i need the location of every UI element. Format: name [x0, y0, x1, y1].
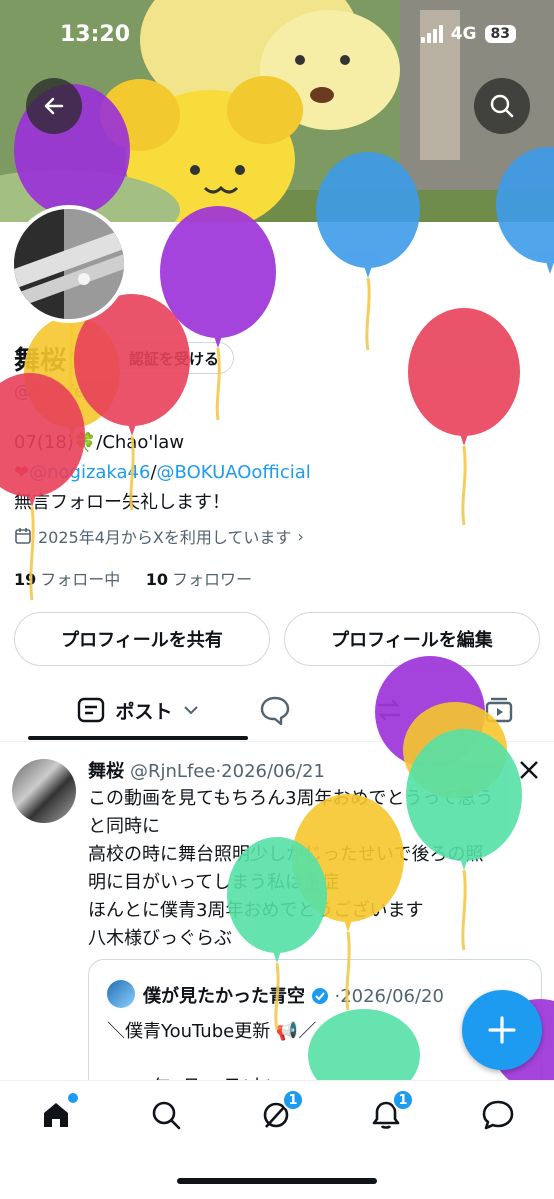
followers-label: フォロワー — [171, 570, 252, 589]
edit-profile-label: プロフィールを編集 — [331, 630, 493, 651]
bio-link-nogizaka[interactable]: @nogizaka46 — [29, 462, 150, 483]
back-button[interactable] — [26, 78, 82, 134]
status-time: 13:20 — [60, 22, 131, 47]
tab-posts[interactable]: ポスト — [28, 680, 248, 740]
post-line-2: と同時に — [88, 816, 160, 837]
share-profile-label: プロフィールを共有 — [61, 630, 223, 651]
nav-home[interactable] — [36, 1093, 78, 1135]
post-line-1: この動画を見てもちろん3周年おめでとうって思う — [88, 788, 494, 809]
nav-notifications[interactable]: 1 — [366, 1089, 414, 1135]
close-icon[interactable] — [518, 759, 540, 781]
nav-messages[interactable] — [478, 1095, 518, 1135]
signal-icon — [420, 25, 443, 43]
tab-replies[interactable] — [250, 680, 300, 740]
post-line-4: 明に目がいってしまう私は重症 — [88, 872, 340, 893]
post-date: 2026/06/21 — [221, 761, 325, 782]
nav-grok[interactable]: 1 — [256, 1089, 304, 1135]
joined-date: 2025年4月からXを利用しています › — [14, 524, 304, 548]
tab-posts-label: ポスト — [115, 700, 173, 723]
tab-active-indicator — [28, 736, 248, 740]
following-count: 19 — [14, 570, 37, 589]
profile-name: 舞桜 — [14, 346, 67, 376]
calendar-icon — [15, 528, 31, 544]
nav-search[interactable] — [146, 1095, 186, 1135]
followers-link[interactable]: 10 フォロワー — [146, 570, 252, 589]
post-line-5: ほんとに僕青3周年おめでとうございます — [88, 900, 424, 921]
bio-line-1: 07(18)🍀/Chao'law — [14, 432, 185, 453]
arrow-left-icon — [44, 97, 64, 115]
quoted-avatar — [107, 980, 135, 1008]
home-indicator — [177, 1178, 377, 1184]
profile-tabs: ポスト — [0, 680, 554, 742]
follow-counts: 19 フォロー中 10 フォロワー — [14, 566, 252, 590]
get-verified-button[interactable]: 認証を受ける — [100, 342, 235, 374]
following-label: フォロー中 — [40, 570, 121, 589]
posts-icon — [78, 697, 105, 723]
notifications-badge: 1 — [392, 1089, 414, 1111]
post-line-6: 八木様びっぐらぶ — [88, 928, 232, 949]
tab-media[interactable] — [474, 680, 524, 740]
avatar-image — [14, 209, 124, 319]
grok-badge: 1 — [282, 1089, 304, 1111]
quoted-author: 僕が見たかった青空 — [143, 986, 305, 1007]
post-line-3: 高校の時に舞台照明少しかじったせいで後ろの照 — [88, 844, 484, 865]
followers-count: 10 — [145, 570, 168, 589]
bio-line-3: 無言フォロー失礼します！ — [14, 492, 230, 513]
balloon-purple-2 — [160, 206, 276, 421]
balloon-red-1 — [408, 308, 520, 526]
home-dot — [68, 1093, 78, 1103]
status-icons: 4G 83 — [420, 24, 516, 44]
quoted-header: 僕が見たかった青空 ·2026/06/20 — [143, 982, 444, 1008]
heart-icon: ❤ — [14, 462, 30, 483]
edit-profile-button[interactable]: プロフィールを編集 — [284, 612, 540, 666]
verify-label: 認証を受ける — [129, 349, 220, 368]
status-bar: 13:20 4G 83 — [0, 0, 554, 72]
quoted-line-1: ＼僕青YouTube更新 📢／ — [107, 1021, 317, 1042]
reply-icon — [260, 696, 290, 725]
profile-handle: @RjnLfee — [14, 382, 95, 402]
post-header: 舞桜 @RjnLfee·2026/06/21 — [88, 757, 325, 783]
post-author[interactable]: 舞桜 — [88, 761, 124, 782]
post-handle: @RjnLfee — [130, 761, 216, 782]
bio-line-2: ❤@nogizaka46/@BOKUAOofficial — [14, 458, 311, 488]
following-link[interactable]: 19 フォロー中 — [14, 570, 120, 589]
battery-icon: 83 — [484, 25, 516, 43]
profile-avatar[interactable] — [10, 205, 128, 323]
message-icon — [482, 1100, 514, 1130]
network-label: 4G — [450, 24, 477, 44]
quoted-date: 2026/06/20 — [340, 986, 444, 1007]
joined-text: 2025年4月からXを利用しています — [38, 528, 292, 547]
verified-badge-icon — [311, 988, 328, 1004]
profile-bio: 07(18)🍀/Chao'law ❤@nogizaka46/@BOKUAOoff… — [14, 428, 311, 518]
search-button[interactable] — [474, 78, 530, 134]
balloon-yellow-1 — [24, 316, 120, 438]
chevron-down-icon — [183, 706, 198, 715]
media-icon — [485, 697, 513, 723]
home-icon — [44, 1103, 68, 1127]
search-icon — [490, 94, 514, 118]
tab-highlights[interactable] — [364, 680, 414, 740]
post-avatar[interactable] — [12, 759, 76, 823]
post-text: この動画を見てもちろん3周年おめでとうって思う と同時に 高校の時に舞台照明少し… — [88, 785, 544, 953]
share-profile-button[interactable]: プロフィールを共有 — [14, 612, 270, 666]
repost-icon — [377, 699, 401, 721]
search-icon — [152, 1101, 181, 1130]
bio-link-bokuao[interactable]: @BOKUAOofficial — [157, 462, 311, 483]
plus-icon — [488, 1016, 516, 1044]
chevron-right-icon[interactable]: › — [297, 527, 303, 546]
compose-post-button[interactable] — [462, 990, 542, 1070]
